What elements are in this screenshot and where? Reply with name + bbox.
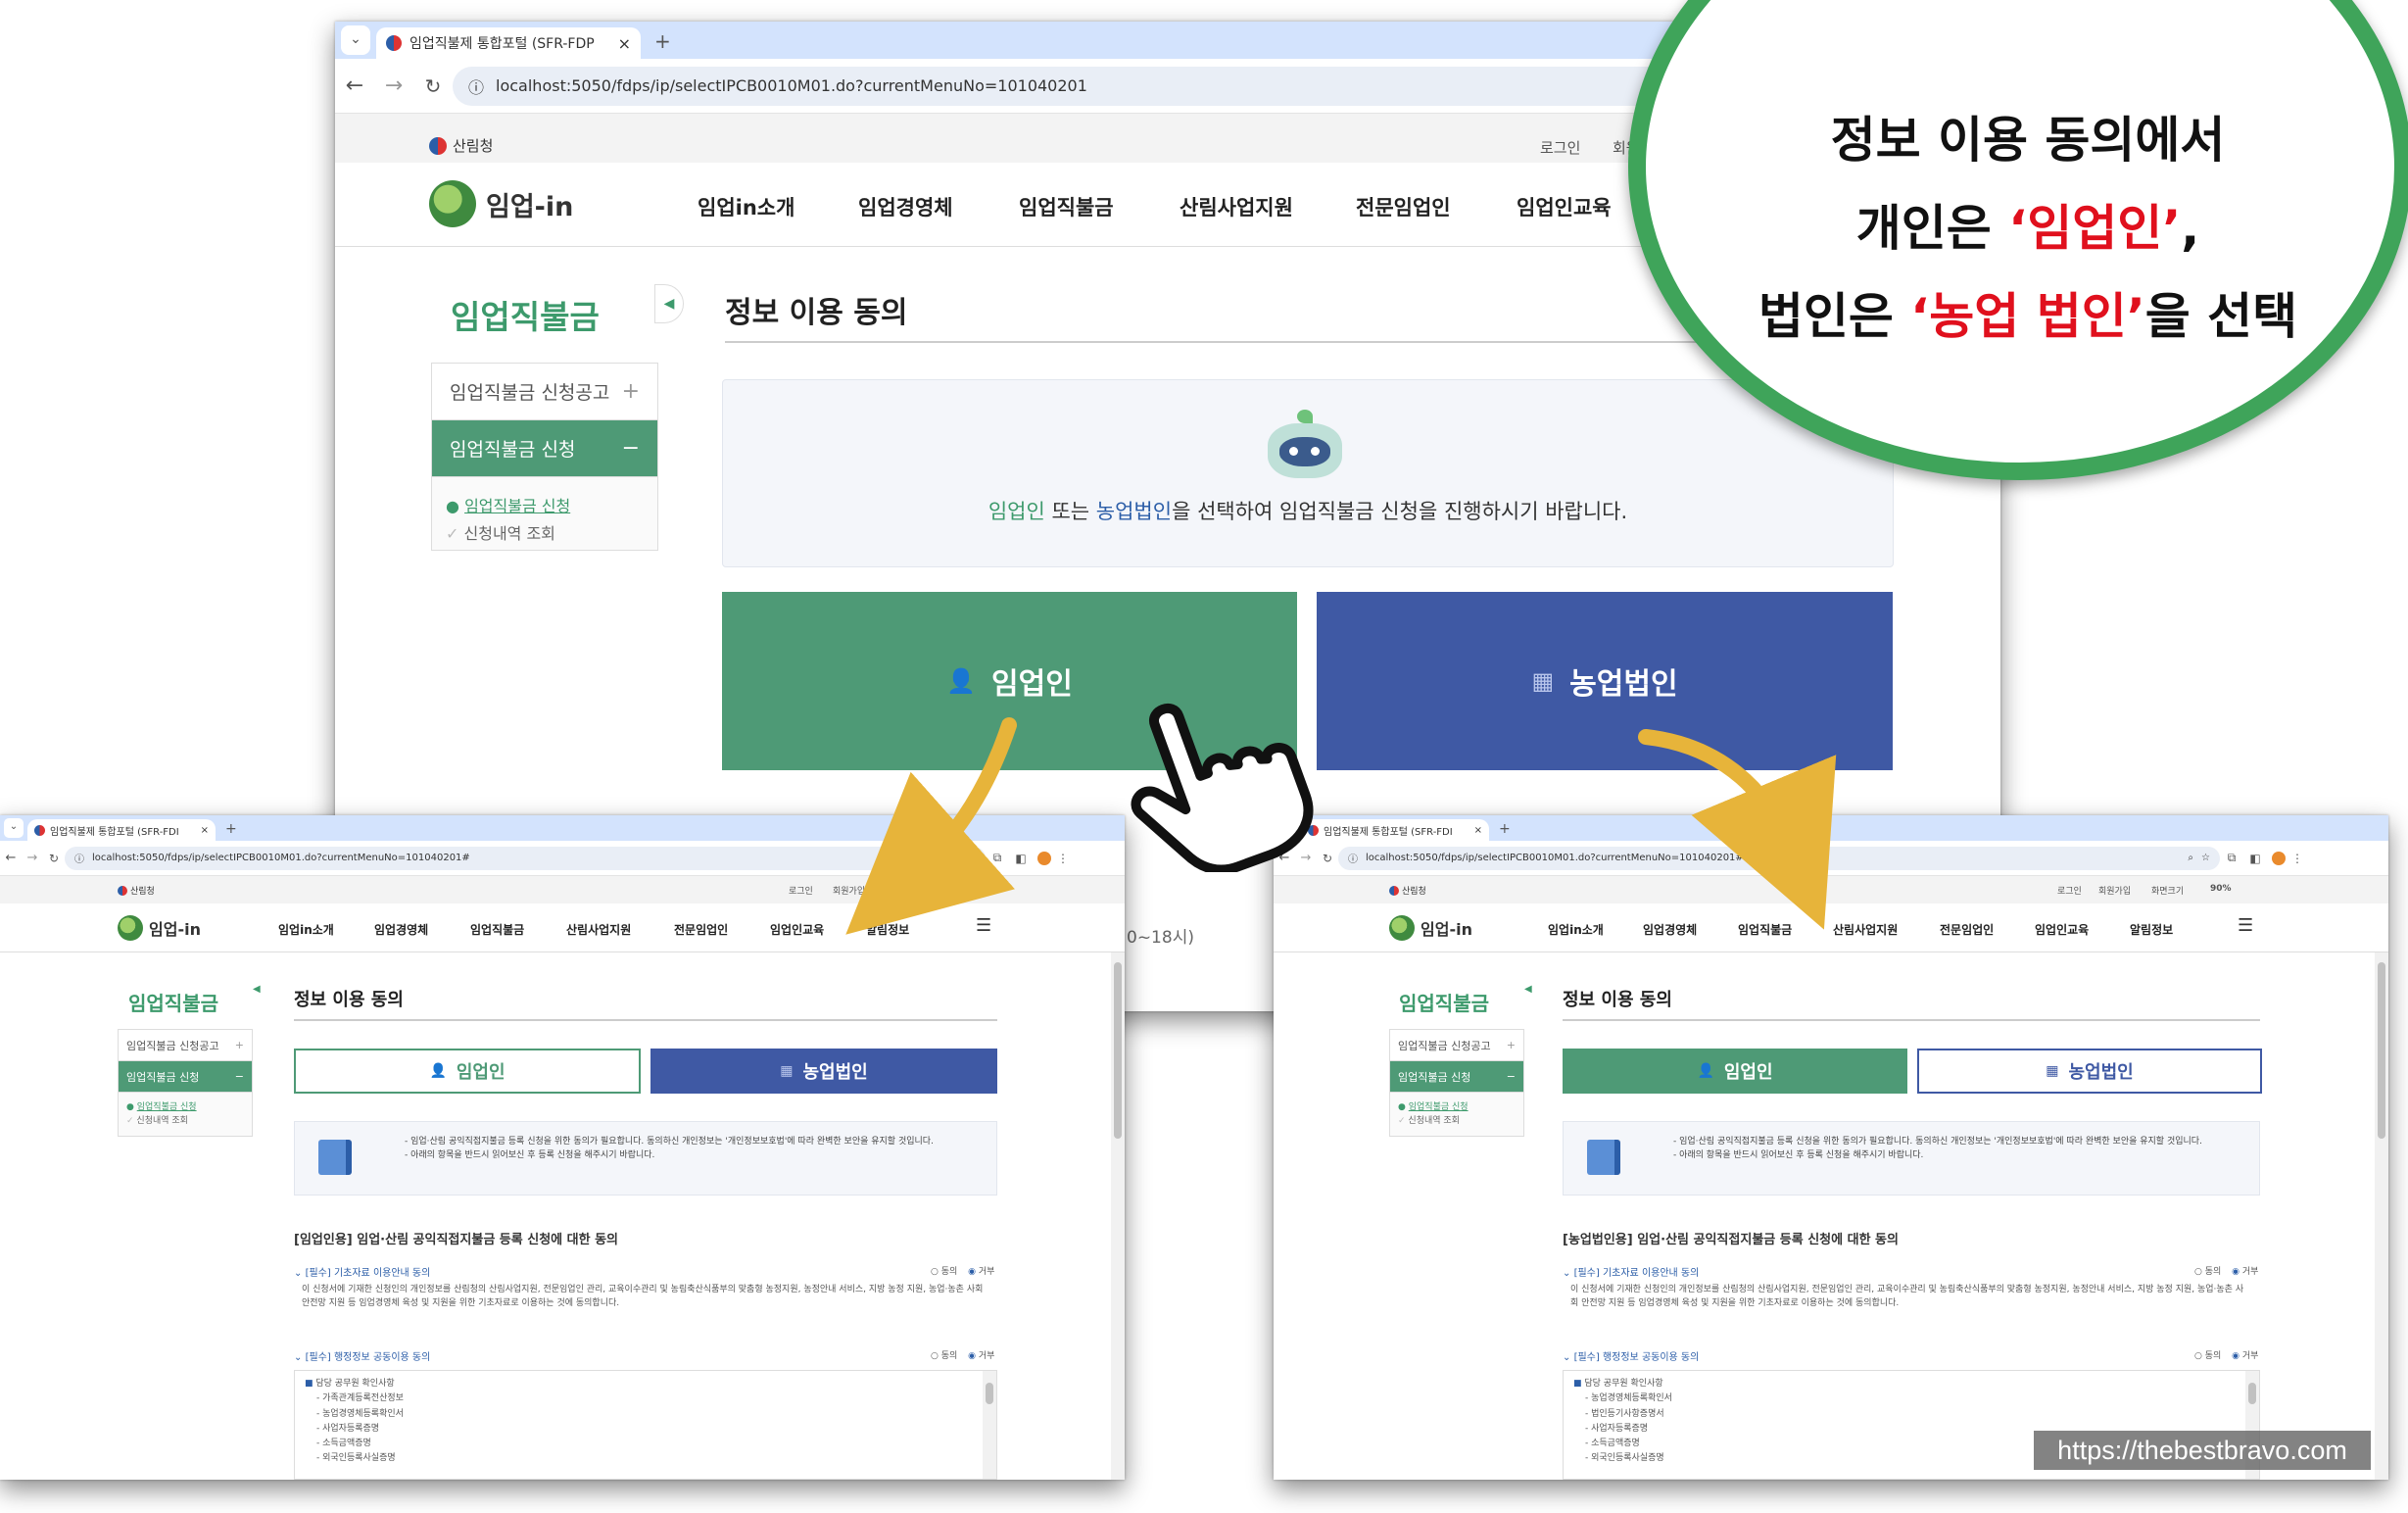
arrow-right-path [1638,729,1837,930]
watermark: https://thebestbravo.com [2034,1431,2371,1470]
arrow-left-path [845,717,1017,935]
pointing-hand-icon [1131,704,1314,872]
